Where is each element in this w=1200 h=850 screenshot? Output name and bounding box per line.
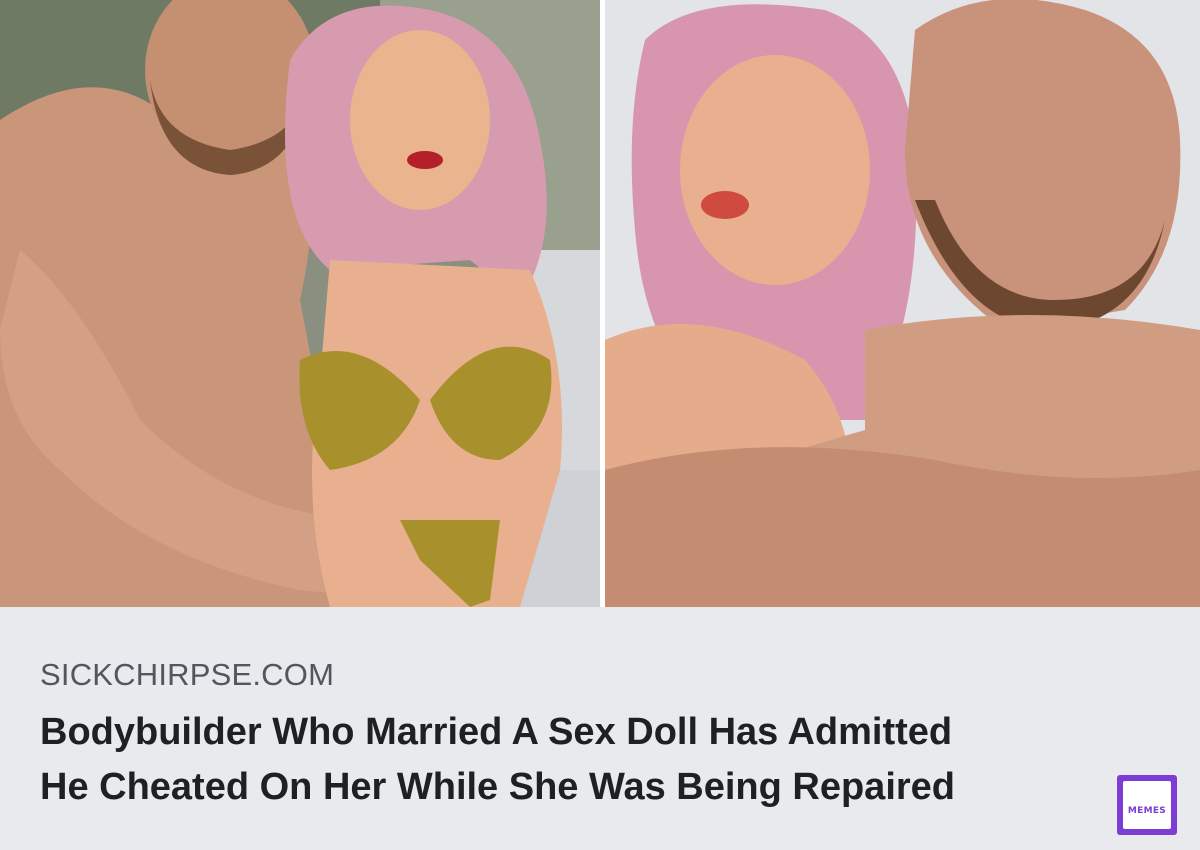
headline-line-2: He Cheated On Her While She Was Being Re…: [40, 766, 956, 808]
meme-card: SICKCHIRPSE.COM Bodybuilder Who Married …: [0, 0, 1200, 850]
memes-logo-label: MEMES: [1127, 806, 1167, 816]
headline-line-1: Bodybuilder Who Married A Sex Doll Has A…: [40, 711, 953, 753]
source-domain[interactable]: SICKCHIRPSE.COM: [40, 657, 334, 693]
right-photo: [605, 0, 1200, 607]
left-photo: [0, 0, 600, 607]
memes-logo-inner: MEMES: [1123, 781, 1171, 829]
right-photo-illustration: [605, 0, 1200, 607]
headline[interactable]: Bodybuilder Who Married A Sex Doll Has A…: [40, 705, 1120, 815]
photo-strip: [0, 0, 1200, 607]
left-photo-illustration: [0, 0, 600, 607]
caption-area: SICKCHIRPSE.COM Bodybuilder Who Married …: [0, 607, 1200, 850]
memes-logo-icon: MEMES: [1117, 775, 1177, 835]
